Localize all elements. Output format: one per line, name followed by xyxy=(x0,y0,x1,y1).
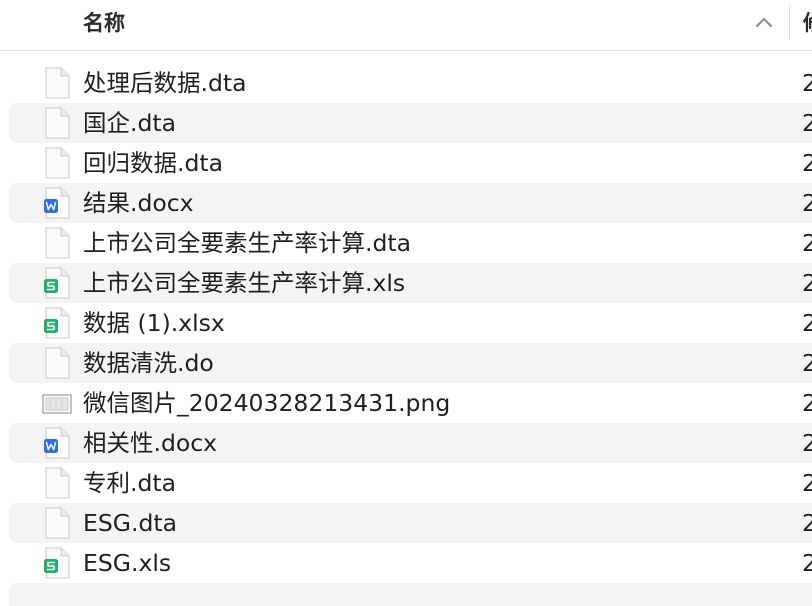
column-divider[interactable] xyxy=(789,6,790,40)
generic-file-icon xyxy=(45,467,70,499)
file-list: 处理后数据.dta 2 国企.dta 2 回归数据.dta 2 结果.docx 2 上市公司全要… xyxy=(0,63,812,606)
file-modified-date: 2 xyxy=(802,429,812,457)
file-row[interactable]: ESG.dta 2 xyxy=(9,503,812,543)
file-name: 上市公司全要素生产率计算.xls xyxy=(83,269,406,297)
file-modified-date: 2 xyxy=(802,509,812,537)
file-row[interactable]: 相关性.docx 2 xyxy=(9,423,812,463)
word-document-icon xyxy=(44,187,70,219)
file-modified-date: 2 xyxy=(802,349,812,377)
file-modified-date: 2 xyxy=(802,309,812,337)
file-name: 回归数据.dta xyxy=(83,149,224,177)
spreadsheet-icon xyxy=(44,307,70,339)
file-modified-date: 2 xyxy=(802,389,812,417)
file-modified-date: 2 xyxy=(802,149,812,177)
file-name: 处理后数据.dta xyxy=(83,69,247,97)
file-row[interactable]: ESG.xls 2 xyxy=(9,543,812,583)
file-row[interactable]: 数据 (1).xlsx 2 xyxy=(9,303,812,343)
name-column-header[interactable]: 名称 xyxy=(83,8,125,38)
file-row[interactable]: 国企.dta 2 xyxy=(9,103,812,143)
file-name: 数据 (1).xlsx xyxy=(83,309,225,337)
file-modified-date: 2 xyxy=(802,189,812,217)
modified-column-header[interactable]: 修 xyxy=(803,8,812,38)
file-modified-date: 2 xyxy=(802,109,812,137)
file-name: 结果.docx xyxy=(83,189,194,217)
spreadsheet-icon xyxy=(44,547,70,579)
generic-file-icon xyxy=(45,507,70,539)
file-modified-date: 2 xyxy=(802,269,812,297)
file-row[interactable]: 数据清洗.do 2 xyxy=(9,343,812,383)
file-row[interactable]: 专利.dta 2 xyxy=(9,463,812,503)
image-file-icon xyxy=(42,394,72,414)
generic-file-icon xyxy=(45,227,70,259)
word-document-icon xyxy=(44,427,70,459)
file-name: 微信图片_20240328213431.png xyxy=(83,389,451,417)
chevron-up-icon[interactable] xyxy=(754,13,774,33)
file-name: 国企.dta xyxy=(83,109,177,137)
empty-row xyxy=(9,583,812,606)
file-name: ESG.dta xyxy=(83,509,177,537)
file-name: 数据清洗.do xyxy=(83,349,214,377)
generic-file-icon xyxy=(45,67,70,99)
file-row[interactable]: 上市公司全要素生产率计算.xls 2 xyxy=(9,263,812,303)
file-name: 相关性.docx xyxy=(83,429,218,457)
file-row[interactable]: 微信图片_20240328213431.png 2 xyxy=(9,383,812,423)
file-name: ESG.xls xyxy=(83,549,172,577)
file-name: 专利.dta xyxy=(83,469,177,497)
file-modified-date: 2 xyxy=(802,469,812,497)
file-modified-date: 2 xyxy=(802,549,812,577)
generic-file-icon xyxy=(45,147,70,179)
column-header: 名称 修 xyxy=(0,0,812,51)
finder-file-list: 名称 修 处理后数据.dta2国企.dta2回归数据.dta2结果.docx2上… xyxy=(0,0,812,606)
file-row[interactable]: 结果.docx 2 xyxy=(9,183,812,223)
file-modified-date: 2 xyxy=(802,229,812,257)
file-row[interactable]: 回归数据.dta 2 xyxy=(9,143,812,183)
file-modified-date: 2 xyxy=(802,69,812,97)
file-name: 上市公司全要素生产率计算.dta xyxy=(83,229,412,257)
generic-file-icon xyxy=(45,107,70,139)
spreadsheet-icon xyxy=(44,267,70,299)
file-row[interactable]: 上市公司全要素生产率计算.dta 2 xyxy=(9,223,812,263)
file-row[interactable]: 处理后数据.dta 2 xyxy=(9,63,812,103)
generic-file-icon xyxy=(45,347,70,379)
